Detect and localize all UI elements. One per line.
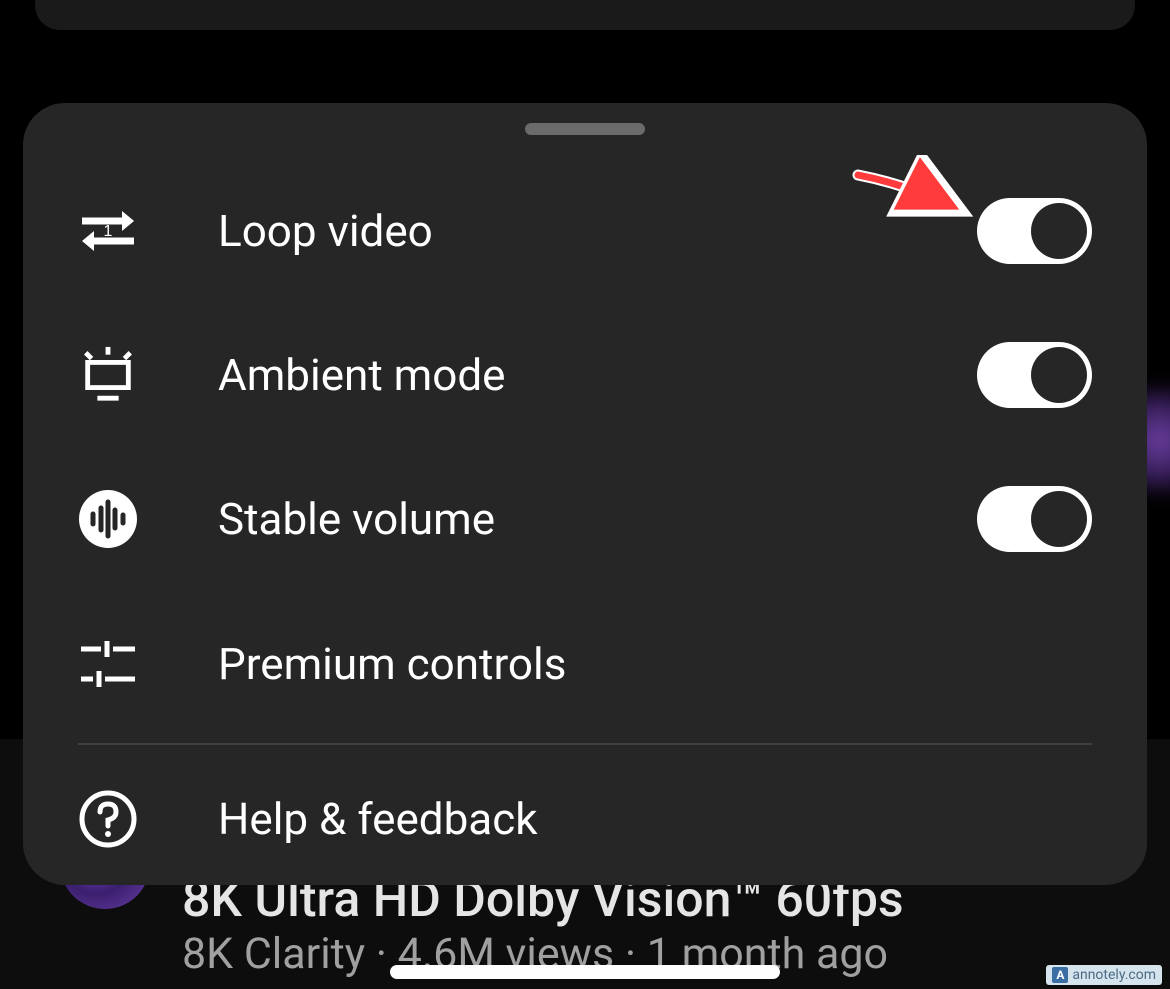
watermark-text: annotely.com bbox=[1072, 967, 1156, 983]
drag-handle[interactable] bbox=[525, 123, 645, 135]
toggle-knob bbox=[1031, 203, 1087, 259]
toggle-knob bbox=[1031, 347, 1087, 403]
watermark-logo: A bbox=[1052, 967, 1068, 983]
help-feedback-row[interactable]: Help & feedback bbox=[23, 745, 1147, 893]
svg-text:1: 1 bbox=[104, 223, 113, 240]
watermark: A annotely.com bbox=[1046, 965, 1162, 985]
premium-controls-row[interactable]: Premium controls bbox=[23, 591, 1147, 737]
ambient-mode-row[interactable]: Ambient mode bbox=[23, 303, 1147, 447]
toggle-knob bbox=[1031, 491, 1087, 547]
help-feedback-label: Help & feedback bbox=[218, 793, 1092, 845]
ambient-mode-toggle[interactable] bbox=[977, 342, 1092, 408]
help-icon bbox=[78, 789, 138, 849]
stable-volume-row[interactable]: Stable volume bbox=[23, 447, 1147, 591]
channel-name[interactable]: 8K Clarity bbox=[182, 929, 365, 979]
home-indicator[interactable] bbox=[390, 965, 780, 979]
premium-controls-label: Premium controls bbox=[218, 638, 1092, 690]
ambient-mode-icon bbox=[78, 345, 138, 405]
premium-controls-icon bbox=[78, 634, 138, 694]
loop-video-label: Loop video bbox=[218, 205, 977, 257]
stable-volume-toggle[interactable] bbox=[977, 486, 1092, 552]
settings-bottom-sheet: 1 Loop video Ambient mode bbox=[23, 103, 1147, 885]
top-card-placeholder bbox=[35, 0, 1135, 30]
ambient-mode-label: Ambient mode bbox=[218, 349, 977, 401]
loop-video-row[interactable]: 1 Loop video bbox=[23, 159, 1147, 303]
stable-volume-label: Stable volume bbox=[218, 493, 977, 545]
loop-video-toggle[interactable] bbox=[977, 198, 1092, 264]
stable-volume-icon bbox=[78, 489, 138, 549]
loop-icon: 1 bbox=[78, 201, 138, 261]
